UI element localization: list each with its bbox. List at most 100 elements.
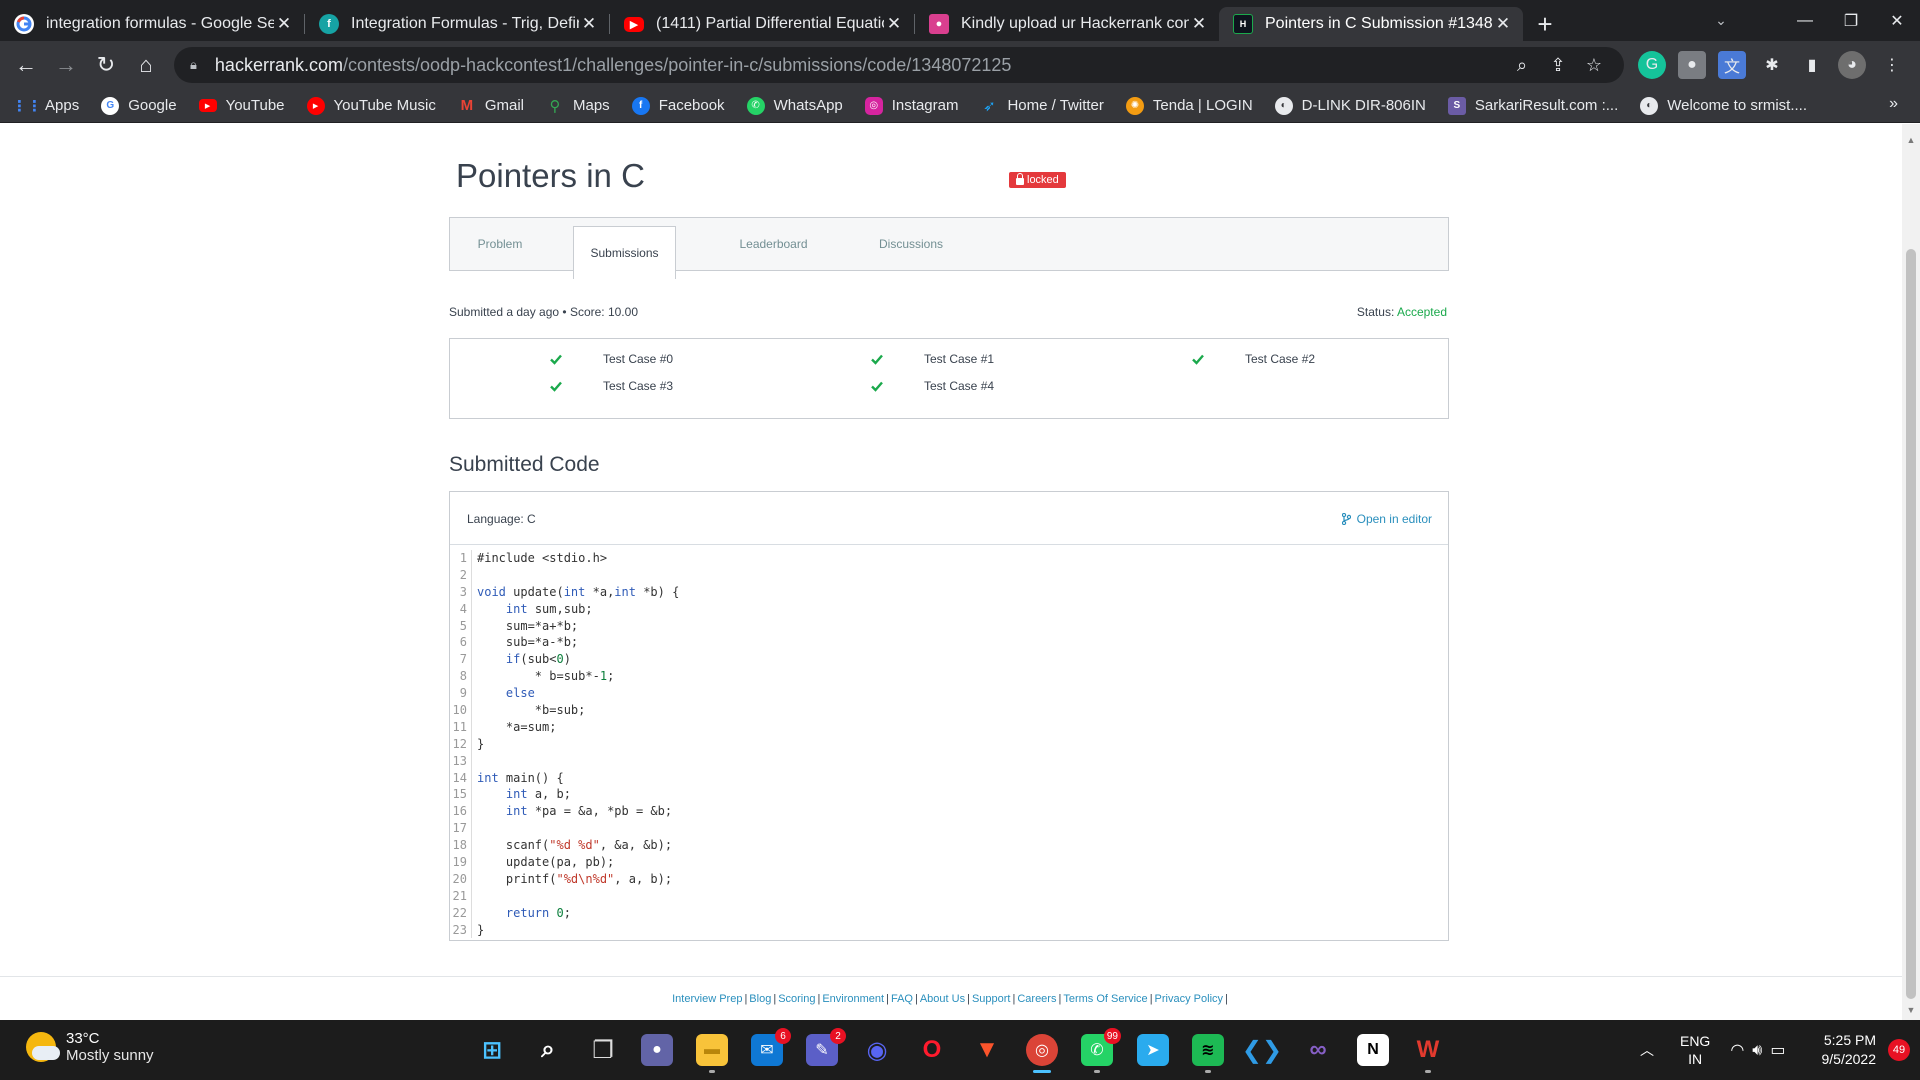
- footer-link[interactable]: Careers: [1017, 993, 1056, 1005]
- input-language-bottom: IN: [1688, 1051, 1703, 1067]
- close-tab-icon[interactable]: ✕: [884, 14, 904, 34]
- visual-studio-icon[interactable]: ∞: [1302, 1034, 1334, 1066]
- bookmark-item[interactable]: ◐ Welcome to srmist....: [1640, 96, 1807, 115]
- code-editor[interactable]: 1 #include <stdio.h> 2 3 void update(int *a,…: [450, 546, 1448, 939]
- share-icon[interactable]: ⇪: [1540, 47, 1576, 83]
- restore-icon[interactable]: ❐: [1828, 0, 1874, 41]
- bookmark-item[interactable]: ✺ Tenda | LOGIN: [1125, 96, 1253, 115]
- bookmarks-overflow-button[interactable]: »: [1889, 95, 1898, 113]
- browser-tab[interactable]: ● Kindly upload ur Hackerrank con ✕: [915, 7, 1219, 41]
- footer-link[interactable]: FAQ: [891, 993, 913, 1005]
- file-explorer-icon[interactable]: ▬: [696, 1034, 728, 1073]
- footer-separator: |: [914, 992, 918, 1005]
- lock-icon[interactable]: 🔒︎: [190, 57, 197, 73]
- extension-icon[interactable]: ●: [1678, 51, 1706, 79]
- bookmark-item[interactable]: G Google: [101, 96, 177, 115]
- line-number: 8: [450, 668, 472, 686]
- brave-icon[interactable]: ▼: [971, 1034, 1003, 1066]
- footer-link[interactable]: Environment: [822, 993, 884, 1005]
- footer-link[interactable]: Support: [972, 993, 1011, 1005]
- close-tab-icon[interactable]: ✕: [1189, 14, 1209, 34]
- forward-icon[interactable]: →: [46, 45, 86, 85]
- tab-leaderboard[interactable]: Leaderboard: [706, 218, 841, 270]
- side-panel-icon[interactable]: ▮: [1798, 51, 1826, 79]
- footer-link[interactable]: Terms Of Service: [1063, 993, 1147, 1005]
- bookmark-item[interactable]: S SarkariResult.com :...: [1447, 96, 1618, 115]
- bookmark-item[interactable]: ◎ Instagram: [864, 96, 958, 115]
- bookmark-item[interactable]: ⋮⋮ Apps: [12, 97, 79, 115]
- reload-icon[interactable]: ↻: [86, 45, 126, 85]
- browser-tab-active[interactable]: H Pointers in C Submission #13480 ✕: [1219, 7, 1523, 41]
- status-label: Status:: [1356, 305, 1395, 319]
- bookmark-item[interactable]: f Facebook: [631, 96, 725, 115]
- whatsapp-icon[interactable]: ✆ 99: [1081, 1028, 1121, 1073]
- footer-link[interactable]: About Us: [920, 993, 965, 1005]
- footer-link[interactable]: Privacy Policy: [1155, 993, 1223, 1005]
- close-tab-icon[interactable]: ✕: [274, 14, 294, 34]
- menu-kebab-icon[interactable]: ⋮: [1878, 51, 1906, 79]
- extensions-puzzle-icon[interactable]: ✱: [1758, 51, 1786, 79]
- wifi-volume-battery-icons[interactable]: ◠🔊︎▭: [1730, 1040, 1793, 1060]
- mail-icon[interactable]: ✉ 6: [751, 1028, 791, 1066]
- input-language[interactable]: ENG IN: [1680, 1032, 1710, 1068]
- onenote-icon[interactable]: ✎ 2: [806, 1028, 846, 1066]
- test-case[interactable]: Test Case #4: [870, 379, 994, 393]
- test-case[interactable]: Test Case #2: [1191, 352, 1315, 366]
- bookmark-item[interactable]: ▶ YouTube: [198, 97, 285, 114]
- test-case[interactable]: Test Case #1: [870, 352, 994, 366]
- zoom-icon[interactable]: ⌕: [1504, 47, 1540, 83]
- windows-start-icon[interactable]: ⊞: [476, 1034, 508, 1066]
- tab-search-icon[interactable]: ⌄: [1706, 6, 1736, 34]
- bookmark-item[interactable]: ➶ Home / Twitter: [980, 97, 1104, 115]
- footer-link[interactable]: Scoring: [778, 993, 815, 1005]
- teams-chat-icon[interactable]: ●: [641, 1034, 673, 1066]
- telegram-icon[interactable]: ➤: [1137, 1034, 1169, 1066]
- test-case[interactable]: Test Case #3: [549, 379, 673, 393]
- spotify-icon[interactable]: ≋: [1192, 1034, 1224, 1073]
- bookmark-item[interactable]: M Gmail: [458, 97, 524, 115]
- scrollbar-thumb[interactable]: [1906, 249, 1916, 999]
- bookmark-item[interactable]: ◐ D-LINK DIR-806IN: [1274, 96, 1426, 115]
- test-case[interactable]: Test Case #0: [549, 352, 673, 366]
- search-icon[interactable]: ⌕: [532, 1034, 564, 1066]
- bookmark-item[interactable]: ▶ YouTube Music: [306, 96, 436, 115]
- close-tab-icon[interactable]: ✕: [1493, 14, 1513, 34]
- profile-avatar-icon[interactable]: ◕: [1838, 51, 1866, 79]
- open-in-editor-link[interactable]: Open in editor: [1341, 512, 1432, 526]
- tab-discussions[interactable]: Discussions: [852, 218, 970, 270]
- code-line: 15 int a, b;: [450, 786, 1448, 804]
- minimize-icon[interactable]: —: [1782, 0, 1828, 41]
- grammarly-icon[interactable]: G: [1638, 51, 1666, 79]
- weather-widget[interactable]: 33°C Mostly sunny: [26, 1030, 154, 1064]
- page-scrollbar[interactable]: ▲ ▼: [1902, 124, 1920, 1020]
- scroll-up-arrow-icon[interactable]: ▲: [1902, 132, 1920, 148]
- tray-overflow-icon[interactable]: ︿: [1640, 1040, 1654, 1060]
- tab-problem[interactable]: Problem: [450, 218, 550, 270]
- chrome-icon[interactable]: ◎: [1026, 1034, 1058, 1073]
- notification-count-badge[interactable]: 49: [1888, 1039, 1910, 1061]
- discord-icon[interactable]: ◉: [861, 1034, 893, 1066]
- address-bar[interactable]: 🔒︎ hackerrank.com/contests/oodp-hackcont…: [174, 47, 1624, 83]
- vscode-icon[interactable]: ❮❯: [1242, 1034, 1282, 1066]
- browser-tab[interactable]: f Integration Formulas - Trig, Defin ✕: [305, 7, 609, 41]
- footer-link[interactable]: Interview Prep: [672, 993, 742, 1005]
- wps-office-icon[interactable]: W: [1412, 1034, 1444, 1073]
- browser-tab[interactable]: integration formulas - Google Se ✕: [0, 7, 304, 41]
- close-window-icon[interactable]: ✕: [1874, 0, 1920, 41]
- home-icon[interactable]: ⌂: [126, 45, 166, 85]
- new-tab-button[interactable]: +: [1527, 7, 1563, 41]
- clock[interactable]: 5:25 PM 9/5/2022: [1822, 1031, 1877, 1069]
- bookmark-item[interactable]: ✆ WhatsApp: [746, 96, 843, 115]
- translate-icon[interactable]: 文: [1718, 51, 1746, 79]
- footer-link[interactable]: Blog: [749, 993, 771, 1005]
- tab-submissions[interactable]: Submissions: [573, 226, 676, 279]
- opera-icon[interactable]: O: [916, 1034, 948, 1066]
- back-icon[interactable]: ←: [6, 45, 46, 85]
- bookmark-star-icon[interactable]: ☆: [1576, 47, 1612, 83]
- browser-tab[interactable]: ▶ (1411) Partial Differential Equatio ✕: [610, 7, 914, 41]
- close-tab-icon[interactable]: ✕: [579, 14, 599, 34]
- task-view-icon[interactable]: ❐: [587, 1034, 619, 1066]
- notion-icon[interactable]: N: [1357, 1034, 1389, 1066]
- scroll-down-arrow-icon[interactable]: ▼: [1902, 1002, 1920, 1018]
- bookmark-item[interactable]: ⚲ Maps: [546, 97, 610, 115]
